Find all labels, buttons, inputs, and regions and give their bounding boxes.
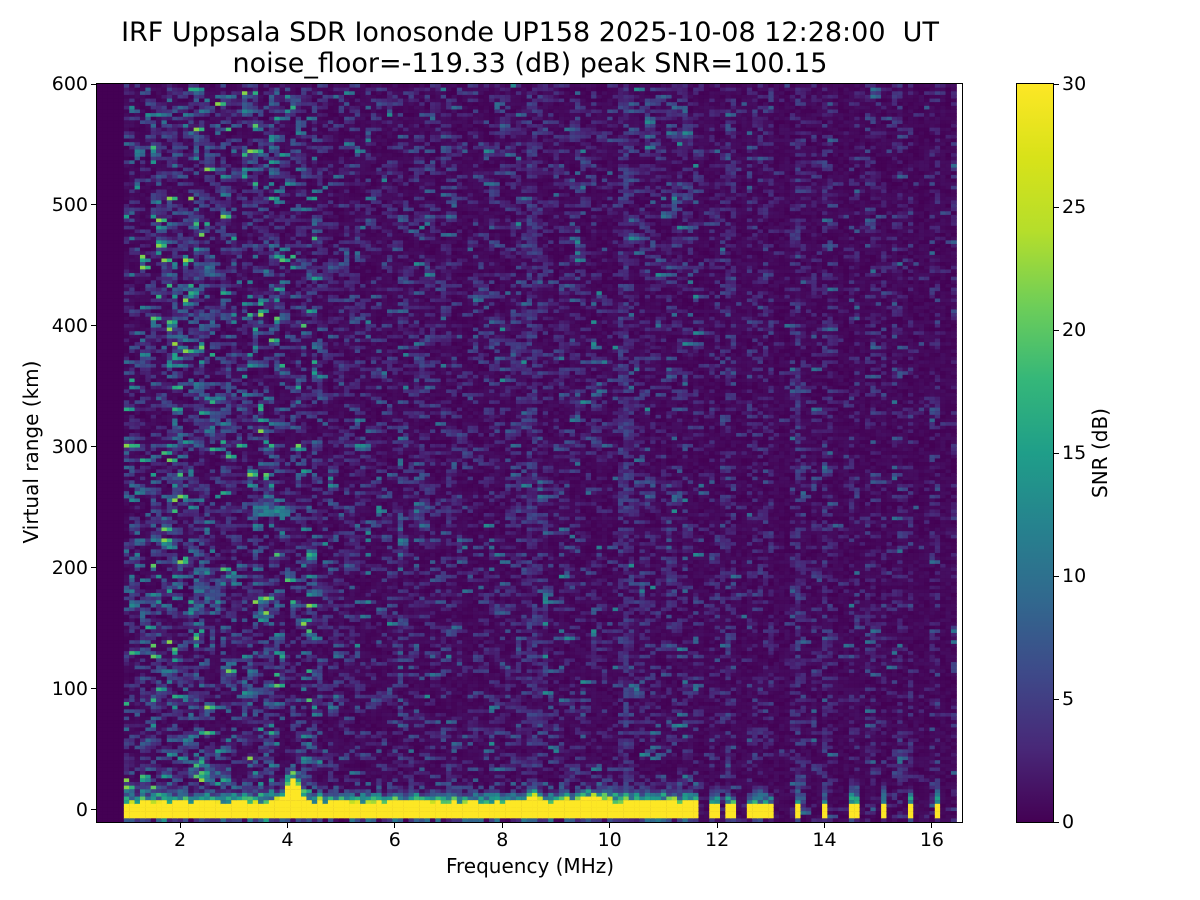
x-axis-tick — [716, 823, 718, 828]
colorbar-tick — [1054, 698, 1059, 700]
x-axis-tick-label: 8 — [496, 829, 509, 851]
colorbar-gradient — [1017, 84, 1053, 822]
y-axis-tick — [91, 446, 96, 448]
x-axis-tick — [824, 823, 825, 828]
x-axis-tick-label: 10 — [597, 829, 622, 851]
x-axis-tick-label: 6 — [388, 829, 401, 851]
colorbar-tick-label: 5 — [1062, 688, 1075, 710]
colorbar-tick — [1054, 452, 1059, 454]
colorbar-tick — [1054, 83, 1059, 85]
chart-title: IRF Uppsala SDR Ionosonde UP158 2025-10-… — [121, 17, 939, 48]
colorbar-label: SNR (dB) — [1088, 408, 1112, 498]
x-axis-tick — [394, 823, 396, 828]
y-axis-tick — [91, 809, 96, 811]
y-axis-label: Virtual range (km) — [19, 360, 43, 544]
x-axis-tick-label: 2 — [173, 829, 187, 851]
colorbar-tick — [1054, 575, 1059, 577]
colorbar-tick-label: 30 — [1062, 73, 1087, 95]
x-axis-tick-label: 14 — [812, 829, 837, 851]
x-axis-tick-label: 4 — [281, 829, 294, 851]
y-axis-tick-label: 500 — [51, 193, 88, 216]
ionogram-figure: IRF Uppsala SDR Ionosonde UP158 2025-10-… — [0, 0, 1200, 900]
y-axis-tick-label: 200 — [51, 556, 88, 579]
colorbar-tick — [1054, 206, 1059, 208]
colorbar-tick-label: 0 — [1062, 811, 1075, 833]
x-axis-tick — [286, 823, 288, 828]
x-axis-tick — [931, 823, 933, 828]
x-axis-tick-label: 16 — [919, 829, 945, 851]
y-axis-tick — [91, 83, 96, 85]
y-axis-tick — [91, 204, 96, 206]
y-axis-tick-label: 0 — [75, 798, 88, 821]
colorbar-tick-label: 20 — [1062, 319, 1087, 341]
y-axis-tick-label: 600 — [51, 73, 88, 95]
colorbar — [1016, 83, 1054, 823]
y-axis-tick — [91, 567, 96, 569]
y-axis-tick — [91, 325, 96, 327]
x-axis-tick — [609, 823, 611, 828]
plot-frame — [96, 83, 963, 823]
x-axis-tick — [501, 823, 503, 828]
colorbar-tick — [1054, 821, 1059, 823]
colorbar-tick-label: 10 — [1062, 565, 1087, 587]
colorbar-tick — [1054, 329, 1059, 331]
y-axis-tick — [91, 688, 96, 690]
chart-subtitle: noise_floor=-119.33 (dB) peak SNR=100.15 — [232, 48, 828, 79]
y-axis-tick-label: 100 — [51, 677, 88, 700]
x-axis-tick — [179, 823, 181, 828]
colorbar-tick-label: 25 — [1062, 196, 1087, 218]
y-axis-tick-label: 400 — [51, 314, 88, 337]
x-axis-label: Frequency (MHz) — [445, 854, 615, 878]
x-axis-tick-label: 12 — [705, 829, 730, 851]
